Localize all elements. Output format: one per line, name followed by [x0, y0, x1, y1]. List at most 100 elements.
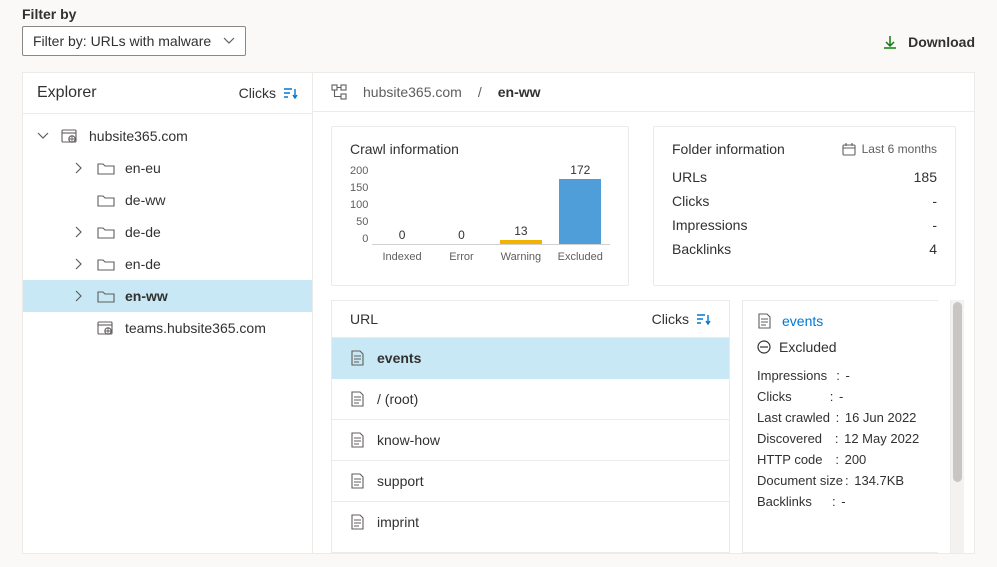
sort-icon: [695, 313, 711, 325]
y-tick: 150: [350, 182, 368, 194]
download-label: Download: [908, 34, 975, 50]
folder-key: Clicks: [672, 193, 709, 209]
page-icon: [350, 432, 365, 448]
folder-icon: [97, 193, 115, 207]
x-tick: Error: [435, 251, 487, 263]
bar-value: 172: [570, 163, 590, 177]
url-label: know-how: [377, 432, 440, 448]
tree-node-en-ww[interactable]: en-ww: [23, 280, 312, 312]
bar-excluded[interactable]: 172: [554, 163, 606, 244]
page-icon: [757, 313, 772, 329]
page-icon: [350, 473, 365, 489]
tree-node-de-de[interactable]: de-de: [23, 216, 312, 248]
url-label: imprint: [377, 514, 419, 530]
folder-row-urls: URLs 185: [672, 165, 937, 189]
x-axis: Indexed Error Warning Excluded: [372, 251, 610, 263]
folder-value: 4: [929, 241, 937, 257]
url-detail-link[interactable]: events: [782, 313, 823, 329]
x-tick: Indexed: [376, 251, 428, 263]
chevron-right-icon: [71, 290, 87, 302]
page-icon: [350, 350, 365, 366]
bar-warning[interactable]: 13: [495, 224, 547, 244]
url-row-imprint[interactable]: imprint: [332, 502, 729, 542]
tree-node-de-ww[interactable]: de-ww: [23, 184, 312, 216]
explorer-sort[interactable]: Clicks: [239, 85, 298, 101]
folder-key: Backlinks: [672, 241, 731, 257]
url-sort[interactable]: Clicks: [652, 311, 711, 327]
calendar-icon: [842, 142, 856, 156]
bar-error[interactable]: 0: [435, 228, 487, 244]
breadcrumb-separator: /: [478, 84, 482, 100]
folder-row-backlinks: Backlinks 4: [672, 237, 937, 261]
tree-label: en-eu: [125, 160, 161, 176]
explorer-panel: Explorer Clicks hubsite365.com en-eu de-…: [22, 72, 313, 554]
url-label: events: [377, 350, 421, 366]
url-status-label: Excluded: [779, 339, 837, 355]
url-row-root[interactable]: / (root): [332, 379, 729, 420]
bar-value: 0: [458, 228, 465, 242]
tree-node-en-eu[interactable]: en-eu: [23, 152, 312, 184]
y-axis: 200 150 100 50 0: [350, 165, 368, 245]
folder-row-clicks: Clicks -: [672, 189, 937, 213]
url-status: Excluded: [757, 339, 924, 355]
bar-value: 13: [514, 224, 527, 238]
explorer-header: Explorer Clicks: [23, 73, 312, 114]
y-tick: 200: [350, 165, 368, 177]
folder-key: URLs: [672, 169, 707, 185]
url-list-header: URL Clicks: [332, 301, 729, 338]
tree-label: en-ww: [125, 288, 168, 304]
detail-discovered: Discovered : 12 May 2022: [757, 428, 924, 449]
scrollbar[interactable]: [950, 300, 964, 553]
breadcrumb-root[interactable]: hubsite365.com: [363, 84, 462, 100]
url-column-header[interactable]: URL: [350, 311, 378, 327]
folder-value: 185: [914, 169, 937, 185]
site-icon: [97, 321, 115, 335]
chevron-down-icon: [223, 37, 235, 45]
tree-label: de-ww: [125, 192, 165, 208]
folder-icon: [97, 289, 115, 303]
folder-value: -: [932, 217, 937, 233]
folder-icon: [97, 161, 115, 175]
url-label: / (root): [377, 391, 418, 407]
bar-value: 0: [399, 228, 406, 242]
bar-indexed[interactable]: 0: [376, 228, 428, 244]
explorer-sort-label: Clicks: [239, 85, 276, 101]
detail-impressions: Impressions : -: [757, 365, 924, 386]
breadcrumb: hubsite365.com / en-ww: [313, 73, 974, 112]
explorer-title: Explorer: [37, 84, 97, 102]
folder-icon: [97, 225, 115, 239]
folder-card: Folder information Last 6 months URLs 18…: [653, 126, 956, 286]
chevron-right-icon: [71, 226, 87, 238]
x-tick: Excluded: [554, 251, 606, 263]
download-button[interactable]: Download: [882, 28, 975, 56]
y-tick: 0: [350, 233, 368, 245]
scrollbar-thumb[interactable]: [953, 302, 962, 482]
detail-backlinks: Backlinks : -: [757, 491, 924, 512]
detail-clicks: Clicks : -: [757, 386, 924, 407]
page-icon: [350, 514, 365, 530]
url-row-knowhow[interactable]: know-how: [332, 420, 729, 461]
folder-icon: [97, 257, 115, 271]
breadcrumb-leaf: en-ww: [498, 84, 541, 100]
chevron-right-icon: [71, 162, 87, 174]
folder-value: -: [932, 193, 937, 209]
folder-period[interactable]: Last 6 months: [842, 142, 937, 156]
tree-label: de-de: [125, 224, 161, 240]
site-icon: [61, 129, 79, 143]
crawl-card: Crawl information 200 150 100 50 0 0: [331, 126, 629, 286]
chevron-right-icon: [71, 258, 87, 270]
filter-by-block: Filter by Filter by: URLs with malware: [22, 6, 246, 56]
filter-label: Filter by: [22, 6, 246, 22]
y-tick: 100: [350, 199, 368, 211]
tree-label: teams.hubsite365.com: [125, 320, 266, 336]
url-row-support[interactable]: support: [332, 461, 729, 502]
crawl-title: Crawl information: [350, 141, 459, 157]
folder-key: Impressions: [672, 217, 747, 233]
url-row-events[interactable]: events: [332, 338, 729, 379]
tree-node-hubsite365[interactable]: hubsite365.com: [23, 120, 312, 152]
crawl-chart: 200 150 100 50 0 0 0: [350, 165, 610, 275]
filter-select[interactable]: Filter by: URLs with malware: [22, 26, 246, 56]
tree-node-en-de[interactable]: en-de: [23, 248, 312, 280]
detail-http: HTTP code : 200: [757, 449, 924, 470]
tree-node-teams[interactable]: teams.hubsite365.com: [23, 312, 312, 344]
